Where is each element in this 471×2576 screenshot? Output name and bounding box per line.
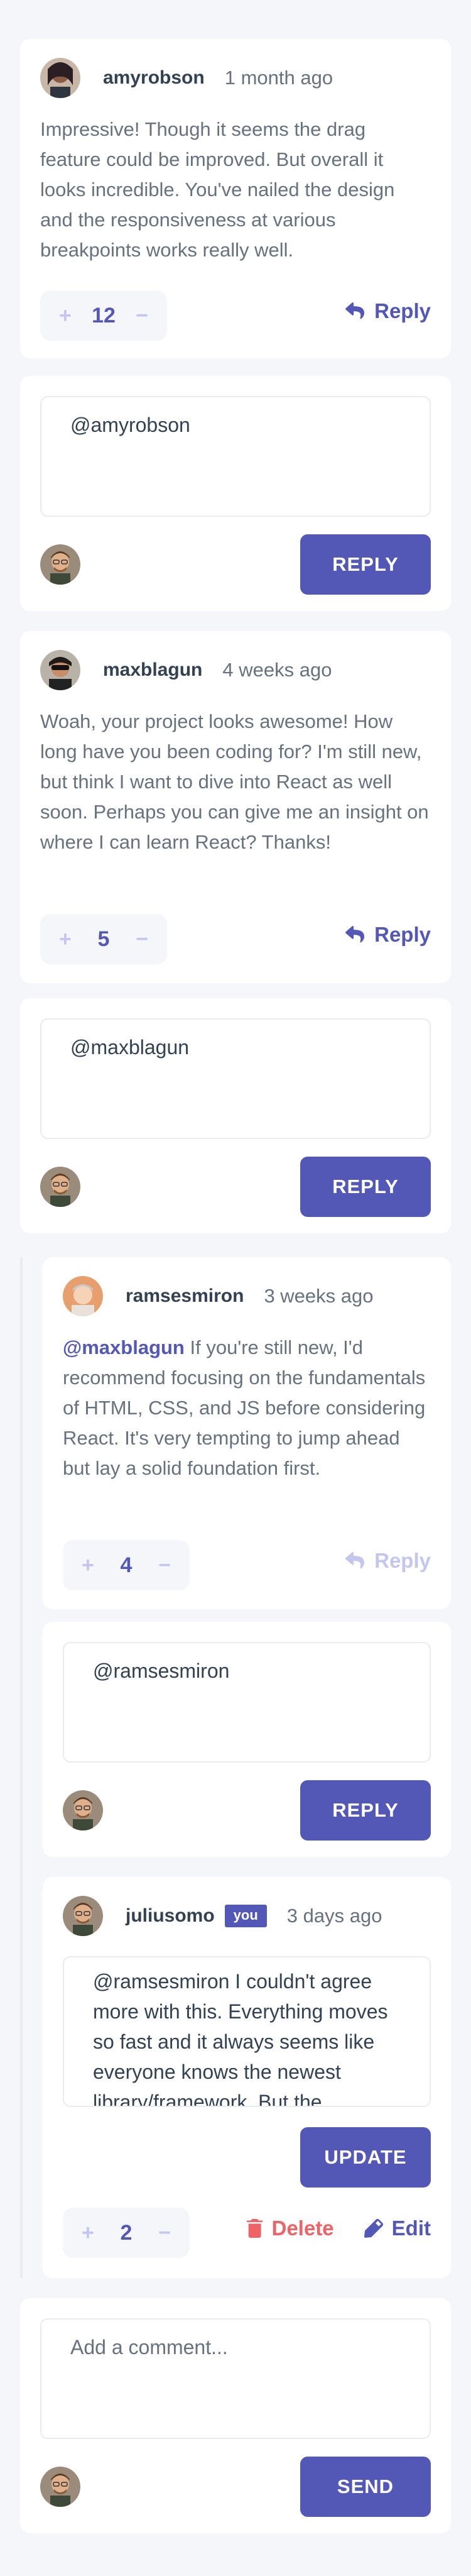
reply-button[interactable]: Reply xyxy=(345,923,431,947)
reply-button[interactable]: Reply xyxy=(345,299,431,323)
reply-submit-button[interactable]: REPLY xyxy=(300,1157,431,1217)
reply-card-own: juliusomo you 3 days ago @ramsesmiron I … xyxy=(43,1877,451,2278)
avatar xyxy=(63,1276,103,1316)
edit-button[interactable]: Edit xyxy=(364,2216,431,2240)
comment-card: amyrobson 1 month ago Impressive! Though… xyxy=(20,39,451,358)
score-value: 5 xyxy=(97,927,110,951)
avatar xyxy=(63,1896,103,1936)
score-stepper: + 12 − xyxy=(40,290,167,341)
downvote-button[interactable]: − xyxy=(136,304,148,328)
score-value: 12 xyxy=(92,303,116,328)
pencil-icon xyxy=(364,2219,383,2238)
reply-form: @maxblagun REPLY xyxy=(20,998,451,1233)
reply-textarea[interactable]: @ramsesmiron xyxy=(63,1642,431,1763)
current-user-avatar xyxy=(40,544,80,585)
reply-submit-button[interactable]: REPLY xyxy=(300,1780,431,1841)
reply-form: @ramsesmiron REPLY xyxy=(43,1622,451,1857)
username: amyrobson xyxy=(103,67,205,88)
reply-label: Reply xyxy=(374,1549,431,1572)
timestamp: 3 days ago xyxy=(286,1905,382,1927)
timestamp: 3 weeks ago xyxy=(264,1285,374,1307)
comment-header: juliusomo you 3 days ago xyxy=(63,1896,382,1936)
update-button[interactable]: UPDATE xyxy=(300,2127,431,2188)
comment-header: amyrobson 1 month ago xyxy=(40,58,333,98)
timestamp: 1 month ago xyxy=(224,67,333,89)
comment-actions: Delete Edit xyxy=(246,2216,431,2240)
username: maxblagun xyxy=(103,659,203,680)
edit-label: Edit xyxy=(391,2216,431,2240)
score-stepper: + 2 − xyxy=(63,2208,190,2258)
reply-arrow-icon xyxy=(345,302,365,319)
reply-label: Reply xyxy=(374,923,431,946)
current-user-avatar xyxy=(63,1790,103,1830)
reply-label: Reply xyxy=(374,299,431,322)
avatar xyxy=(40,650,80,690)
score-stepper: + 5 − xyxy=(40,914,167,964)
reply-submit-button[interactable]: REPLY xyxy=(300,534,431,595)
upvote-button[interactable]: + xyxy=(59,927,72,952)
comment-header: maxblagun 4 weeks ago xyxy=(40,650,332,690)
send-button[interactable]: SEND xyxy=(300,2457,431,2517)
avatar xyxy=(40,58,80,98)
thread-divider xyxy=(20,1257,23,2278)
reply-arrow-icon xyxy=(345,926,365,943)
current-user-avatar xyxy=(40,2467,80,2507)
downvote-button[interactable]: − xyxy=(136,927,148,952)
comment-text: Impressive! Though it seems the drag fea… xyxy=(40,118,395,261)
reply-arrow-icon xyxy=(345,1552,365,1569)
downvote-button[interactable]: − xyxy=(158,1553,171,1578)
new-comment-form: Add a comment... SEND xyxy=(20,2298,451,2533)
delete-button[interactable]: Delete xyxy=(246,2216,334,2240)
reply-form: @amyrobson REPLY xyxy=(20,376,451,611)
upvote-button[interactable]: + xyxy=(59,304,72,328)
reply-textarea[interactable]: @maxblagun xyxy=(40,1018,431,1139)
upvote-button[interactable]: + xyxy=(82,1553,94,1578)
score-value: 4 xyxy=(120,1553,133,1577)
reply-card: ramsesmiron 3 weeks ago @maxblagun If yo… xyxy=(43,1257,451,1609)
reply-button[interactable]: Reply xyxy=(345,1549,431,1573)
user-mention[interactable]: @maxblagun xyxy=(63,1336,185,1358)
downvote-button[interactable]: − xyxy=(158,2221,171,2245)
you-badge: you xyxy=(224,1905,267,1927)
current-user-avatar xyxy=(40,1167,80,1207)
delete-label: Delete xyxy=(271,2216,334,2240)
username: ramsesmiron xyxy=(126,1285,244,1306)
comment-text: @maxblagun If you're still new, I'd reco… xyxy=(63,1333,431,1483)
upvote-button[interactable]: + xyxy=(82,2221,94,2245)
comment-header: ramsesmiron 3 weeks ago xyxy=(63,1276,374,1316)
comment-text: Woah, your project looks awesome! How lo… xyxy=(40,710,429,853)
trash-icon xyxy=(246,2219,263,2238)
comment-card: maxblagun 4 weeks ago Woah, your project… xyxy=(20,631,451,983)
reply-textarea[interactable]: @amyrobson xyxy=(40,396,431,517)
edit-textarea[interactable]: @ramsesmiron I couldn't agree more with … xyxy=(63,1956,431,2107)
username: juliusomo xyxy=(126,1905,215,1926)
score-value: 2 xyxy=(120,2220,133,2245)
comment-textarea[interactable]: Add a comment... xyxy=(40,2318,431,2439)
score-stepper: + 4 − xyxy=(63,1540,190,1590)
timestamp: 4 weeks ago xyxy=(222,659,332,681)
